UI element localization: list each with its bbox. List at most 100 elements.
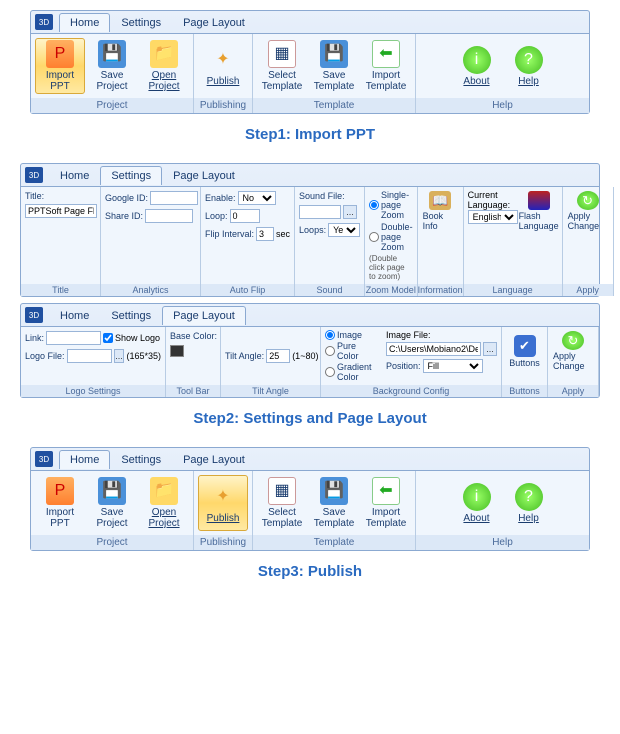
bg-pure-radio[interactable]: [325, 346, 335, 356]
caption-step2: Step2: Settings and Page Layout: [0, 410, 620, 427]
tab-pagelayout[interactable]: Page Layout: [172, 13, 256, 32]
help-button[interactable]: ?Help: [504, 38, 554, 94]
group-publishing: Publishing: [194, 98, 252, 113]
select-template-button[interactable]: ▦Select Template: [257, 475, 307, 531]
buttons-button[interactable]: ✔Buttons: [506, 330, 543, 372]
about-button[interactable]: iAbout: [452, 38, 502, 94]
tab-home[interactable]: Home: [49, 306, 100, 325]
bg-grad-radio[interactable]: [325, 367, 335, 377]
help-icon: ?: [515, 46, 543, 74]
group-tilt: Tilt Angle: [221, 385, 320, 397]
google-id-label: Google ID:: [105, 193, 148, 203]
ppt-icon: P: [46, 477, 74, 505]
soundfile-input[interactable]: [299, 205, 341, 219]
import-ppt-button[interactable]: PImport PPT: [35, 38, 85, 94]
google-id-input[interactable]: [150, 191, 198, 205]
caption-step3: Step3: Publish: [0, 563, 620, 580]
loops-select[interactable]: Yes: [328, 223, 360, 237]
group-toolbar: Tool Bar: [166, 385, 220, 397]
import-ppt-button[interactable]: PImport PPT: [35, 475, 85, 531]
book-icon: 📖: [429, 191, 451, 210]
folder-icon: 📁: [150, 477, 178, 505]
book-info-button[interactable]: 📖Book Info: [422, 190, 459, 232]
double-zoom-radio[interactable]: [369, 232, 379, 242]
save-icon: 💾: [98, 477, 126, 505]
lang-select[interactable]: English: [468, 210, 518, 224]
logo-dims: (165*35): [126, 351, 161, 361]
group-autoflip: Auto Flip: [201, 284, 294, 296]
share-id-label: Share ID:: [105, 211, 143, 221]
logofile-browse[interactable]: …: [114, 349, 125, 363]
help-button[interactable]: ?Help: [504, 475, 554, 531]
tab-pagelayout[interactable]: Page Layout: [162, 306, 246, 325]
group-language: Language: [464, 284, 562, 296]
publish-button[interactable]: ✦Publish: [198, 475, 248, 531]
soundfile-browse[interactable]: …: [343, 205, 357, 219]
interval-input[interactable]: [256, 227, 274, 241]
group-apply: Apply: [548, 385, 598, 397]
share-id-input[interactable]: [145, 209, 193, 223]
about-button[interactable]: iAbout: [452, 475, 502, 531]
about-icon: i: [463, 483, 491, 511]
enable-select[interactable]: No: [238, 191, 276, 205]
logofile-input[interactable]: [67, 349, 112, 363]
group-help: Help: [416, 98, 589, 113]
imgfile-browse[interactable]: …: [483, 342, 497, 356]
tab-home[interactable]: Home: [49, 166, 100, 185]
group-bg: Background Config: [321, 385, 501, 397]
tab-settings[interactable]: Settings: [110, 13, 172, 32]
tab-pagelayout[interactable]: Page Layout: [162, 166, 246, 185]
group-template: Template: [253, 535, 415, 550]
tab-home[interactable]: Home: [59, 13, 110, 32]
double-zoom-label: Double-page Zoom: [381, 222, 413, 252]
tab-home[interactable]: Home: [59, 450, 110, 469]
tab-settings[interactable]: Settings: [100, 166, 162, 185]
template-select-icon: ▦: [268, 477, 296, 505]
apply-icon: ↻: [577, 191, 599, 210]
basecolor-swatch[interactable]: [170, 345, 184, 357]
open-project-button[interactable]: 📁Open Project: [139, 38, 189, 94]
single-zoom-radio[interactable]: [369, 200, 379, 210]
template-select-icon: ▦: [268, 40, 296, 68]
open-project-button[interactable]: 📁Open Project: [139, 475, 189, 531]
loop-input[interactable]: [230, 209, 260, 223]
publish-button[interactable]: ✦Publish: [198, 38, 248, 94]
import-template-button[interactable]: ⬅Import Template: [361, 475, 411, 531]
help-icon: ?: [515, 483, 543, 511]
show-logo-checkbox[interactable]: [103, 333, 113, 343]
save-project-button[interactable]: 💾Save Project: [87, 38, 137, 94]
title-input[interactable]: [25, 204, 97, 218]
ppt-icon: P: [46, 40, 74, 68]
tab-strip: 3D Home Settings Page Layout: [31, 11, 589, 33]
imgfile-input[interactable]: [386, 342, 481, 356]
buttons-icon: ✔: [514, 335, 536, 357]
save-project-button[interactable]: 💾Save Project: [87, 475, 137, 531]
show-logo-label: Show Logo: [115, 333, 160, 343]
flash-lang-button[interactable]: Flash Language: [520, 190, 558, 232]
tab-settings[interactable]: Settings: [110, 450, 172, 469]
title-label: Title:: [25, 191, 44, 201]
tab-settings[interactable]: Settings: [100, 306, 162, 325]
app-logo-icon: 3D: [35, 14, 53, 30]
link-input[interactable]: [46, 331, 101, 345]
single-zoom-label: Single-page Zoom: [381, 190, 413, 220]
pos-select[interactable]: Fill: [423, 359, 483, 373]
group-buttons: Buttons: [502, 385, 547, 397]
apply-change-button[interactable]: ↻Apply Change: [552, 330, 594, 372]
ribbon-home-step1: 3D Home Settings Page Layout PImport PPT…: [30, 10, 590, 114]
tilt-input[interactable]: [266, 349, 290, 363]
bg-image-radio[interactable]: [325, 330, 335, 340]
tab-pagelayout[interactable]: Page Layout: [172, 450, 256, 469]
app-logo-icon: 3D: [25, 167, 43, 183]
save-template-button[interactable]: 💾Save Template: [309, 475, 359, 531]
loop-label: Loop:: [205, 211, 228, 221]
tab-strip: 3D Home Settings Page Layout: [21, 164, 599, 186]
apply-change-button[interactable]: ↻Apply Change: [567, 190, 609, 232]
import-template-button[interactable]: ⬅Import Template: [361, 38, 411, 94]
group-help: Help: [416, 535, 589, 550]
publish-icon: ✦: [209, 46, 237, 74]
save-template-button[interactable]: 💾Save Template: [309, 38, 359, 94]
ribbon-home-step3: 3D Home Settings Page Layout PImport PPT…: [30, 447, 590, 551]
tilt-range: (1~80): [292, 351, 318, 361]
select-template-button[interactable]: ▦Select Template: [257, 38, 307, 94]
